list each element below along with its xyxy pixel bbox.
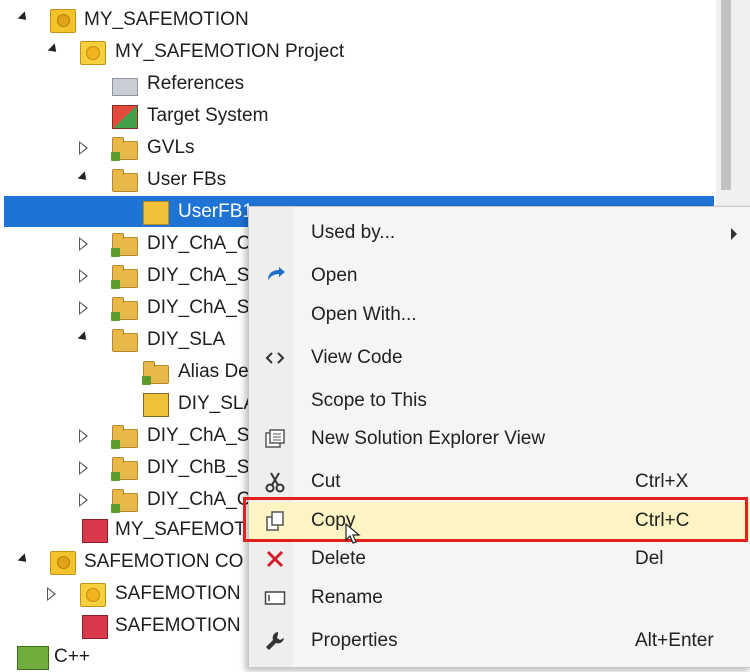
collapse-arrow-icon[interactable]: [76, 260, 90, 291]
expand-arrow-icon[interactable]: [76, 164, 90, 195]
collapse-arrow-icon[interactable]: [76, 292, 90, 323]
references-icon: [112, 78, 138, 96]
tree-item-label: MY_SAFEMOT: [115, 519, 246, 540]
mouse-cursor-icon: [345, 523, 361, 544]
safety-program-icon: [143, 393, 169, 417]
project-icon: [50, 9, 76, 33]
view-code-icon: [263, 347, 287, 369]
folder-icon: [111, 489, 138, 513]
expand-arrow-icon[interactable]: [76, 324, 90, 355]
tree-item-label: References: [147, 73, 245, 94]
tree-item-label: MY_SAFEMOTION Project: [115, 41, 345, 62]
menu-item-used-by[interactable]: Used by...: [249, 214, 750, 252]
tree-item-label: DIY_SLA: [178, 393, 257, 414]
safety-config-icon: [82, 615, 108, 639]
tree-item-label: SAFEMOTION CO: [84, 551, 244, 572]
tree-item-label: DIY_ChA_S: [147, 425, 250, 446]
folder-icon: [111, 297, 138, 321]
tree-item-label: Target System: [147, 105, 269, 126]
menu-item-shortcut: Ctrl+X: [635, 471, 689, 492]
function-block-icon: [143, 201, 169, 225]
collapse-arrow-icon[interactable]: [76, 420, 90, 451]
menu-item-properties[interactable]: Properties Alt+Enter: [249, 622, 750, 660]
menu-item-label: New Solution Explorer View: [311, 428, 546, 449]
target-system-icon: [112, 105, 138, 129]
delete-icon: [263, 548, 287, 570]
collapse-arrow-icon[interactable]: [76, 132, 90, 163]
tree-item-user-fbs[interactable]: User FBs: [0, 164, 716, 195]
tree-item-gvls[interactable]: GVLs: [0, 132, 716, 163]
cut-icon: [263, 471, 287, 493]
tree-item-label: C++: [54, 646, 90, 667]
scrollbar-thumb[interactable]: [721, 0, 731, 190]
menu-item-shortcut: Alt+Enter: [635, 630, 714, 651]
safety-project-icon: [80, 583, 106, 607]
tree-item-safemotion-project[interactable]: MY_SAFEMOTION Project: [0, 36, 716, 67]
tree-item-label: DIY_ChA_S: [147, 265, 250, 286]
tree-item-label: Alias De: [178, 361, 249, 382]
tree-item-label: DIY_ChA_C: [147, 233, 251, 254]
tree-item-label: User FBs: [147, 169, 227, 190]
menu-item-label: Properties: [311, 630, 398, 651]
menu-item-open[interactable]: Open: [249, 257, 750, 295]
menu-item-rename[interactable]: Rename: [249, 579, 750, 617]
tree-item-label: UserFB1: [178, 201, 253, 222]
menu-item-scope-to-this[interactable]: Scope to This: [249, 382, 750, 420]
expand-arrow-icon[interactable]: [16, 546, 30, 577]
context-menu: Used by... Open Open With... View Code S…: [248, 206, 750, 668]
collapse-arrow-icon[interactable]: [76, 452, 90, 483]
project-icon: [50, 551, 76, 575]
safety-project-icon: [80, 41, 106, 65]
tree-item-references[interactable]: References: [0, 68, 716, 99]
menu-item-label: Cut: [311, 471, 341, 492]
alias-devices-icon: [142, 361, 169, 385]
collapse-arrow-icon[interactable]: [76, 484, 90, 515]
tree-item-my-safemotion[interactable]: MY_SAFEMOTION: [0, 4, 716, 35]
menu-item-label: View Code: [311, 347, 403, 368]
tree-item-label: MY_SAFEMOTION: [84, 9, 249, 30]
tree-item-label: SAFEMOTION: [115, 583, 241, 604]
menu-item-label: Open With...: [311, 304, 417, 325]
tree-item-label: DIY_ChB_S: [147, 457, 250, 478]
tree-item-label: DIY_ChA_S: [147, 297, 250, 318]
copy-highlight-annotation: [243, 497, 748, 542]
expand-arrow-icon[interactable]: [16, 4, 30, 35]
cpp-icon: [17, 646, 49, 670]
new-explorer-view-icon: [263, 428, 287, 450]
tree-item-label: SAFEMOTION: [115, 615, 241, 636]
menu-item-open-with[interactable]: Open With...: [249, 296, 750, 334]
safety-config-icon: [82, 519, 108, 543]
menu-item-shortcut: Del: [635, 548, 664, 569]
folder-icon: [111, 265, 138, 289]
menu-item-delete[interactable]: Delete Del: [249, 540, 750, 578]
menu-item-label: Scope to This: [311, 390, 427, 411]
menu-item-cut[interactable]: Cut Ctrl+X: [249, 463, 750, 501]
tree-item-target-system[interactable]: Target System: [0, 100, 716, 131]
wrench-icon: [263, 630, 287, 652]
rename-icon: [263, 587, 287, 609]
tree-item-label: GVLs: [147, 137, 195, 158]
menu-item-label: Used by...: [311, 222, 396, 243]
tree-item-label: DIY_ChA_C: [147, 489, 251, 510]
expand-arrow-icon[interactable]: [46, 36, 60, 67]
folder-icon: [111, 137, 138, 161]
folder-icon: [111, 425, 138, 449]
tree-item-label: DIY_SLA: [147, 329, 226, 350]
menu-item-label: Open: [311, 265, 358, 286]
folder-open-icon: [112, 329, 138, 352]
folder-icon: [111, 233, 138, 257]
submenu-arrow-icon: [731, 228, 737, 240]
menu-item-view-code[interactable]: View Code: [249, 339, 750, 377]
folder-open-icon: [112, 169, 138, 192]
collapse-arrow-icon[interactable]: [76, 228, 90, 259]
open-icon: [263, 265, 287, 287]
menu-item-new-solution-explorer-view[interactable]: New Solution Explorer View: [249, 420, 750, 458]
collapse-arrow-icon[interactable]: [44, 578, 58, 609]
menu-item-label: Delete: [311, 548, 366, 569]
menu-item-label: Rename: [311, 587, 383, 608]
folder-icon: [111, 457, 138, 481]
